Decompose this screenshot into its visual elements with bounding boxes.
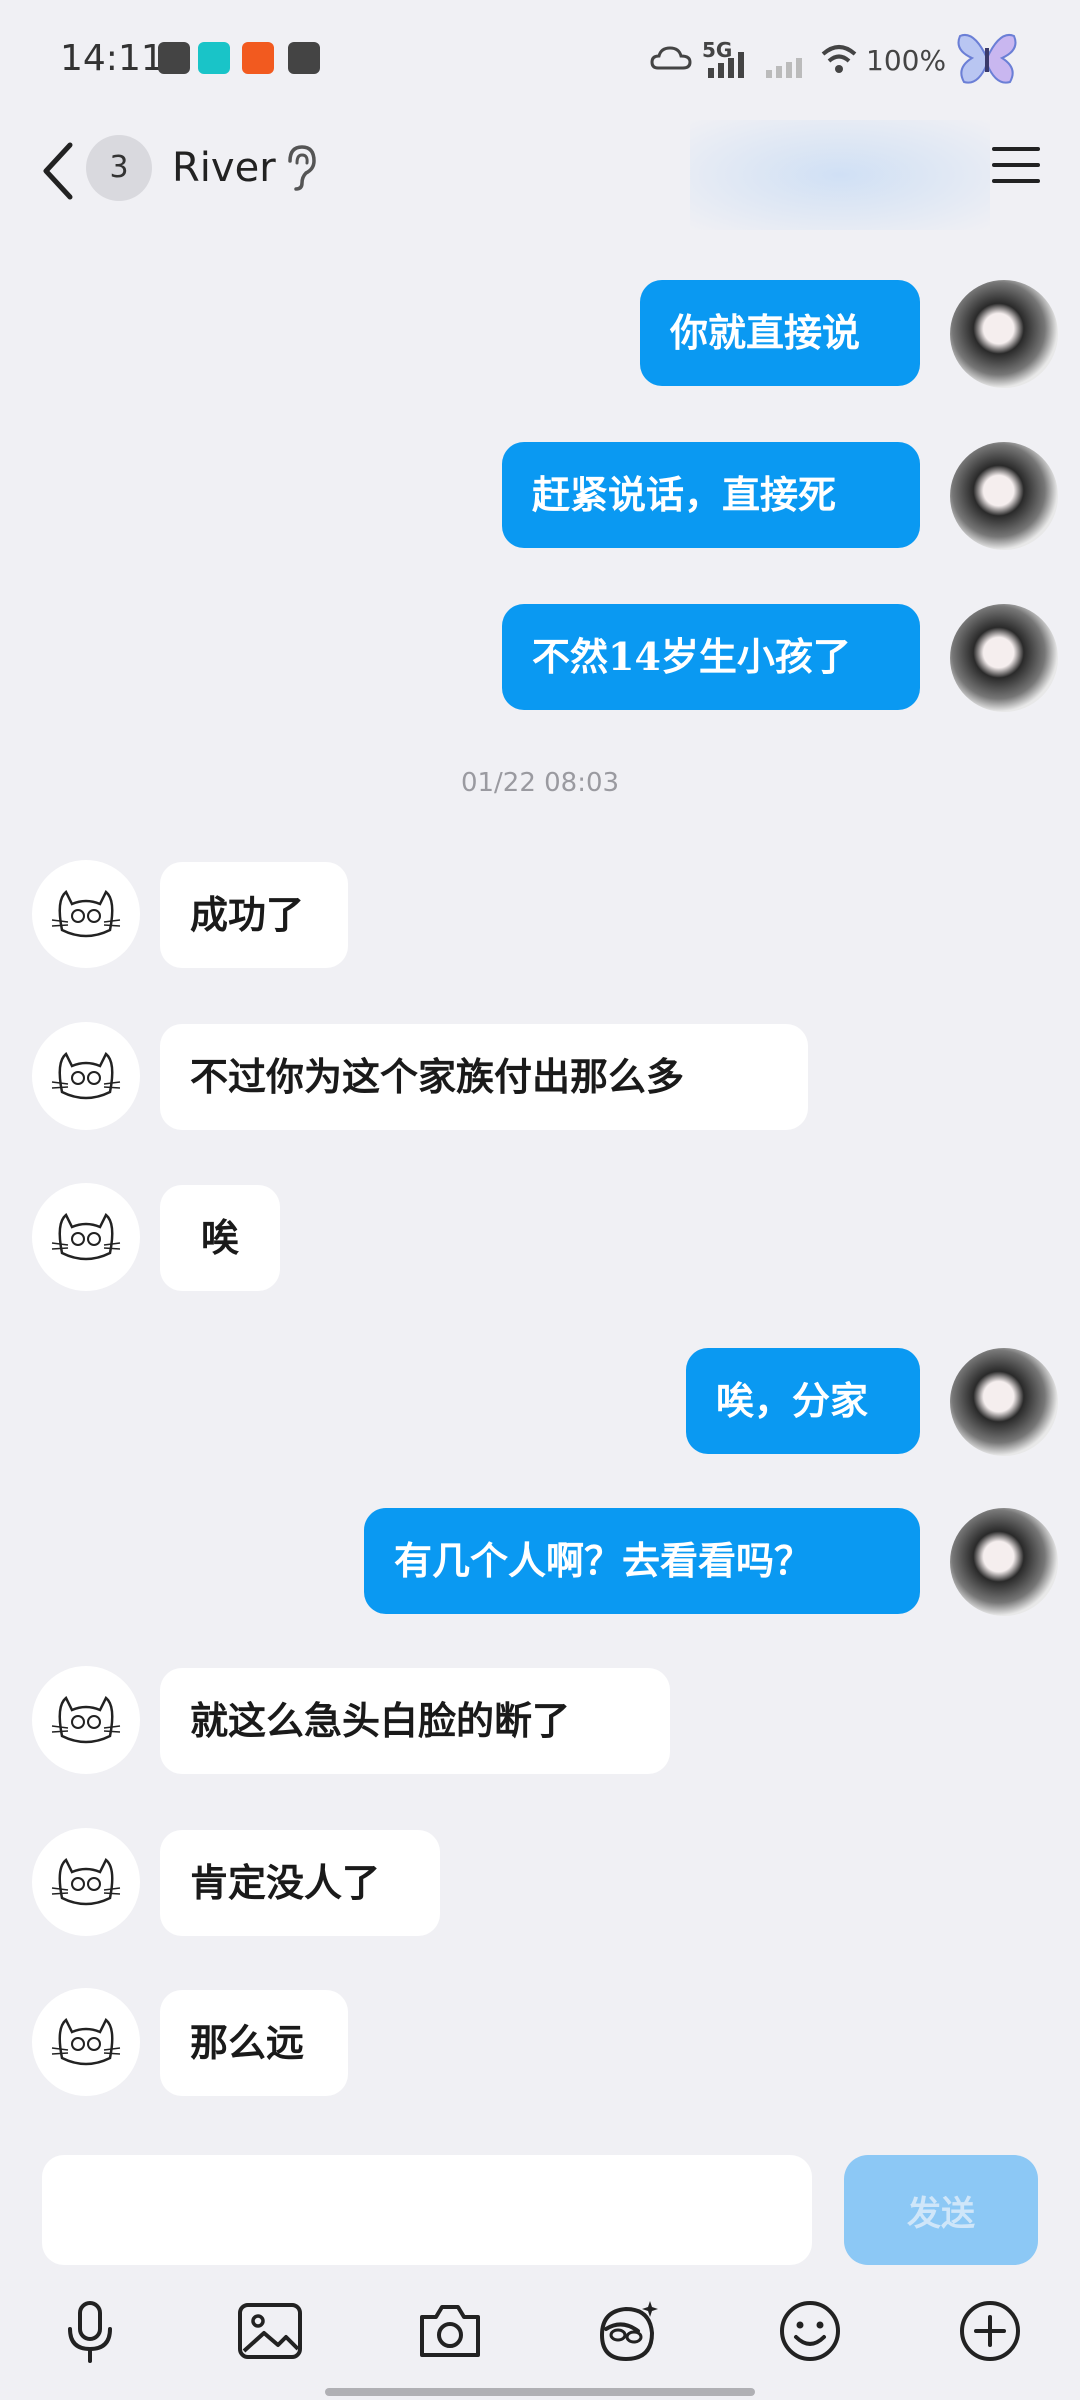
- cat-avatar[interactable]: [32, 1666, 140, 1774]
- my-avatar[interactable]: [950, 1508, 1058, 1616]
- message-bubble[interactable]: 你就直接说: [640, 280, 920, 386]
- incoming-message: 那么远: [0, 1988, 1080, 2100]
- message-input[interactable]: [42, 2155, 812, 2265]
- cat-sketch-icon: [51, 890, 121, 938]
- image-icon[interactable]: [234, 2295, 306, 2367]
- message-timestamp: 01/22 08:03: [460, 768, 620, 798]
- cat-avatar[interactable]: [32, 1183, 140, 1291]
- message-bubble[interactable]: 肯定没人了: [160, 1830, 440, 1936]
- taptap-icon: [198, 42, 230, 74]
- cat-avatar[interactable]: [32, 1828, 140, 1936]
- unread-count-badge[interactable]: 3: [86, 135, 152, 201]
- cat-sketch-icon: [51, 2018, 121, 2066]
- message-bubble[interactable]: 不然14岁生小孩了: [502, 604, 920, 710]
- outgoing-message: 唉，分家: [0, 1348, 1080, 1458]
- ear-icon[interactable]: [282, 143, 318, 193]
- face-sticker-icon[interactable]: [592, 2295, 664, 2367]
- header-decoration: [690, 120, 990, 230]
- outgoing-message: 你就直接说: [0, 280, 1080, 390]
- play-notification-icon: [288, 42, 320, 74]
- signal-icon: [708, 52, 744, 78]
- message-bubble[interactable]: 唉，分家: [686, 1348, 920, 1454]
- message-bubble[interactable]: 唉: [160, 1185, 280, 1291]
- hd-cloud-icon: [650, 46, 692, 70]
- status-time: 14:11: [60, 38, 164, 79]
- message-bubble[interactable]: 赶紧说话，直接死: [502, 442, 920, 548]
- message-bubble[interactable]: 不过你为这个家族付出那么多: [160, 1024, 808, 1130]
- signal-sim2-icon: [766, 58, 802, 78]
- cat-avatar[interactable]: [32, 860, 140, 968]
- cat-sketch-icon: [51, 1858, 121, 1906]
- incoming-message: 肯定没人了: [0, 1828, 1080, 1940]
- my-avatar[interactable]: [950, 604, 1058, 712]
- battery-level: 100%: [866, 44, 947, 77]
- outgoing-message: 不然14岁生小孩了: [0, 604, 1080, 714]
- message-bubble[interactable]: 有几个人啊？去看看吗？: [364, 1508, 920, 1614]
- incoming-message: 就这么急头白脸的断了: [0, 1666, 1080, 1778]
- cat-sketch-icon: [51, 1213, 121, 1261]
- message-bubble[interactable]: 就这么急头白脸的断了: [160, 1668, 670, 1774]
- camera-icon[interactable]: [414, 2295, 486, 2367]
- butterfly-icon: [957, 34, 1017, 84]
- wifi-icon: [821, 45, 857, 73]
- my-avatar[interactable]: [950, 442, 1058, 550]
- status-bar: 14:11 5G 100%: [0, 0, 1080, 115]
- my-avatar[interactable]: [950, 280, 1058, 388]
- message-bubble[interactable]: 那么远: [160, 1990, 348, 2096]
- input-toolbar: [0, 2285, 1080, 2375]
- contact-name[interactable]: River: [172, 135, 276, 201]
- outgoing-message: 赶紧说话，直接死: [0, 442, 1080, 552]
- back-icon[interactable]: [36, 133, 80, 209]
- home-indicator[interactable]: [325, 2388, 755, 2396]
- emoji-icon[interactable]: [774, 2295, 846, 2367]
- incoming-message: 成功了: [0, 860, 1080, 972]
- cat-avatar[interactable]: [32, 1988, 140, 2096]
- outgoing-message: 有几个人啊？去看看吗？: [0, 1508, 1080, 1618]
- incoming-message: 不过你为这个家族付出那么多: [0, 1022, 1080, 1134]
- clipboard-icon: [158, 42, 190, 74]
- plus-icon[interactable]: [954, 2295, 1026, 2367]
- cat-sketch-icon: [51, 1052, 121, 1100]
- cat-sketch-icon: [51, 1696, 121, 1744]
- app-notification-icon: [242, 42, 274, 74]
- my-avatar[interactable]: [950, 1348, 1058, 1456]
- menu-icon[interactable]: [988, 137, 1044, 193]
- input-area: 发送: [0, 2135, 1080, 2400]
- message-bubble[interactable]: 成功了: [160, 862, 348, 968]
- send-button[interactable]: 发送: [844, 2155, 1038, 2265]
- incoming-message: 唉: [0, 1183, 1080, 1295]
- microphone-icon[interactable]: [54, 2295, 126, 2367]
- cat-avatar[interactable]: [32, 1022, 140, 1130]
- chat-header: 3 River: [0, 115, 1080, 230]
